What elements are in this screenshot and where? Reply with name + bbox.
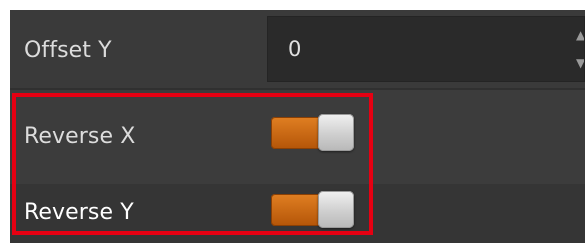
reverse-x-toggle[interactable] [271,114,355,152]
toggle-thumb[interactable] [318,114,354,151]
offset-y-input[interactable]: 0 ▲ ▼ [267,16,585,82]
reverse-y-label: Reverse Y [24,200,134,225]
toggle-thumb[interactable] [318,191,354,228]
spin-up-icon[interactable]: ▲ [576,25,584,45]
offset-y-label: Offset Y [24,38,112,63]
property-row-reverse-x: Reverse X [10,90,585,184]
offset-y-value: 0 [288,37,302,61]
reverse-y-toggle[interactable] [271,191,355,229]
property-row-offset-y: Offset Y 0 ▲ ▼ [10,10,585,88]
property-row-reverse-y: Reverse Y [10,184,585,243]
spin-down-icon[interactable]: ▼ [576,53,584,73]
properties-panel: Offset Y 0 ▲ ▼ Reverse X Reverse Y [10,10,585,243]
reverse-x-label: Reverse X [24,124,136,149]
